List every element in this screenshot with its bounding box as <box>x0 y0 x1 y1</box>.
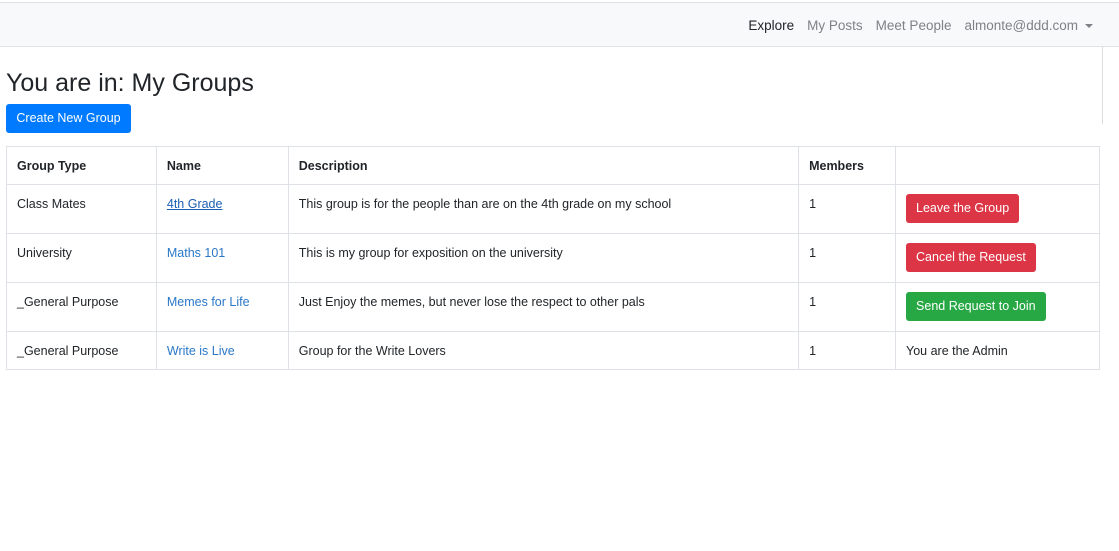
page-title: You are in: My Groups <box>6 69 254 97</box>
nav-meet-people-link[interactable]: Meet People <box>876 18 952 33</box>
scroll-edge-divider <box>1102 46 1103 124</box>
cancel-request-button[interactable]: Cancel the Request <box>906 243 1036 272</box>
cell-description: This is my group for exposition on the u… <box>287 233 800 283</box>
cell-name: Memes for Life <box>155 282 289 332</box>
create-new-group-button[interactable]: Create New Group <box>6 104 131 133</box>
send-request-to-join-button[interactable]: Send Request to Join <box>906 292 1046 321</box>
header-action <box>895 146 1100 185</box>
cell-group-type: Class Mates <box>6 184 157 234</box>
cell-action: Cancel the Request <box>895 233 1100 283</box>
cell-action: Leave the Group <box>895 184 1100 234</box>
cell-name: Write is Live <box>155 331 289 370</box>
nav-links: Explore My Posts Meet People almonte@ddd… <box>748 18 1093 33</box>
header-description: Description <box>287 146 800 185</box>
caret-down-icon <box>1085 24 1093 29</box>
cell-description: Just Enjoy the memes, but never lose the… <box>287 282 800 332</box>
cell-group-type: _General Purpose <box>6 282 157 332</box>
group-link-maths-101[interactable]: Maths 101 <box>167 246 225 260</box>
cell-members: 1 <box>798 233 897 283</box>
admin-status-text: You are the Admin <box>895 331 1100 370</box>
cell-action: Send Request to Join <box>895 282 1100 332</box>
cell-group-type: _General Purpose <box>6 331 157 370</box>
user-email: almonte@ddd.com <box>964 18 1078 33</box>
table-row: _General Purpose Write is Live Group for… <box>6 331 1100 370</box>
nav-explore-link[interactable]: Explore <box>748 18 794 33</box>
cell-members: 1 <box>798 184 897 234</box>
group-link-4th-grade[interactable]: 4th Grade <box>167 197 223 211</box>
table-header-row: Group Type Name Description Members <box>6 146 1100 185</box>
header-members: Members <box>798 146 897 185</box>
leave-group-button[interactable]: Leave the Group <box>906 194 1020 223</box>
groups-table: Group Type Name Description Members Clas… <box>6 146 1100 370</box>
nav-my-posts-link[interactable]: My Posts <box>807 18 863 33</box>
table-row: Class Mates 4th Grade This group is for … <box>6 184 1100 234</box>
cell-name: Maths 101 <box>155 233 289 283</box>
group-link-write-is-live[interactable]: Write is Live <box>167 344 235 358</box>
table-row: _General Purpose Memes for Life Just Enj… <box>6 282 1100 332</box>
cell-description: This group is for the people than are on… <box>287 184 800 234</box>
header-group-type: Group Type <box>6 146 157 185</box>
cell-members: 1 <box>798 331 897 370</box>
cell-group-type: University <box>6 233 157 283</box>
cell-description: Group for the Write Lovers <box>287 331 800 370</box>
group-link-memes-for-life[interactable]: Memes for Life <box>167 295 250 309</box>
user-menu-dropdown[interactable]: almonte@ddd.com <box>964 18 1093 33</box>
top-navbar: Explore My Posts Meet People almonte@ddd… <box>0 2 1119 47</box>
cell-members: 1 <box>798 282 897 332</box>
header-name: Name <box>155 146 289 185</box>
cell-name: 4th Grade <box>155 184 289 234</box>
table-row: University Maths 101 This is my group fo… <box>6 233 1100 283</box>
